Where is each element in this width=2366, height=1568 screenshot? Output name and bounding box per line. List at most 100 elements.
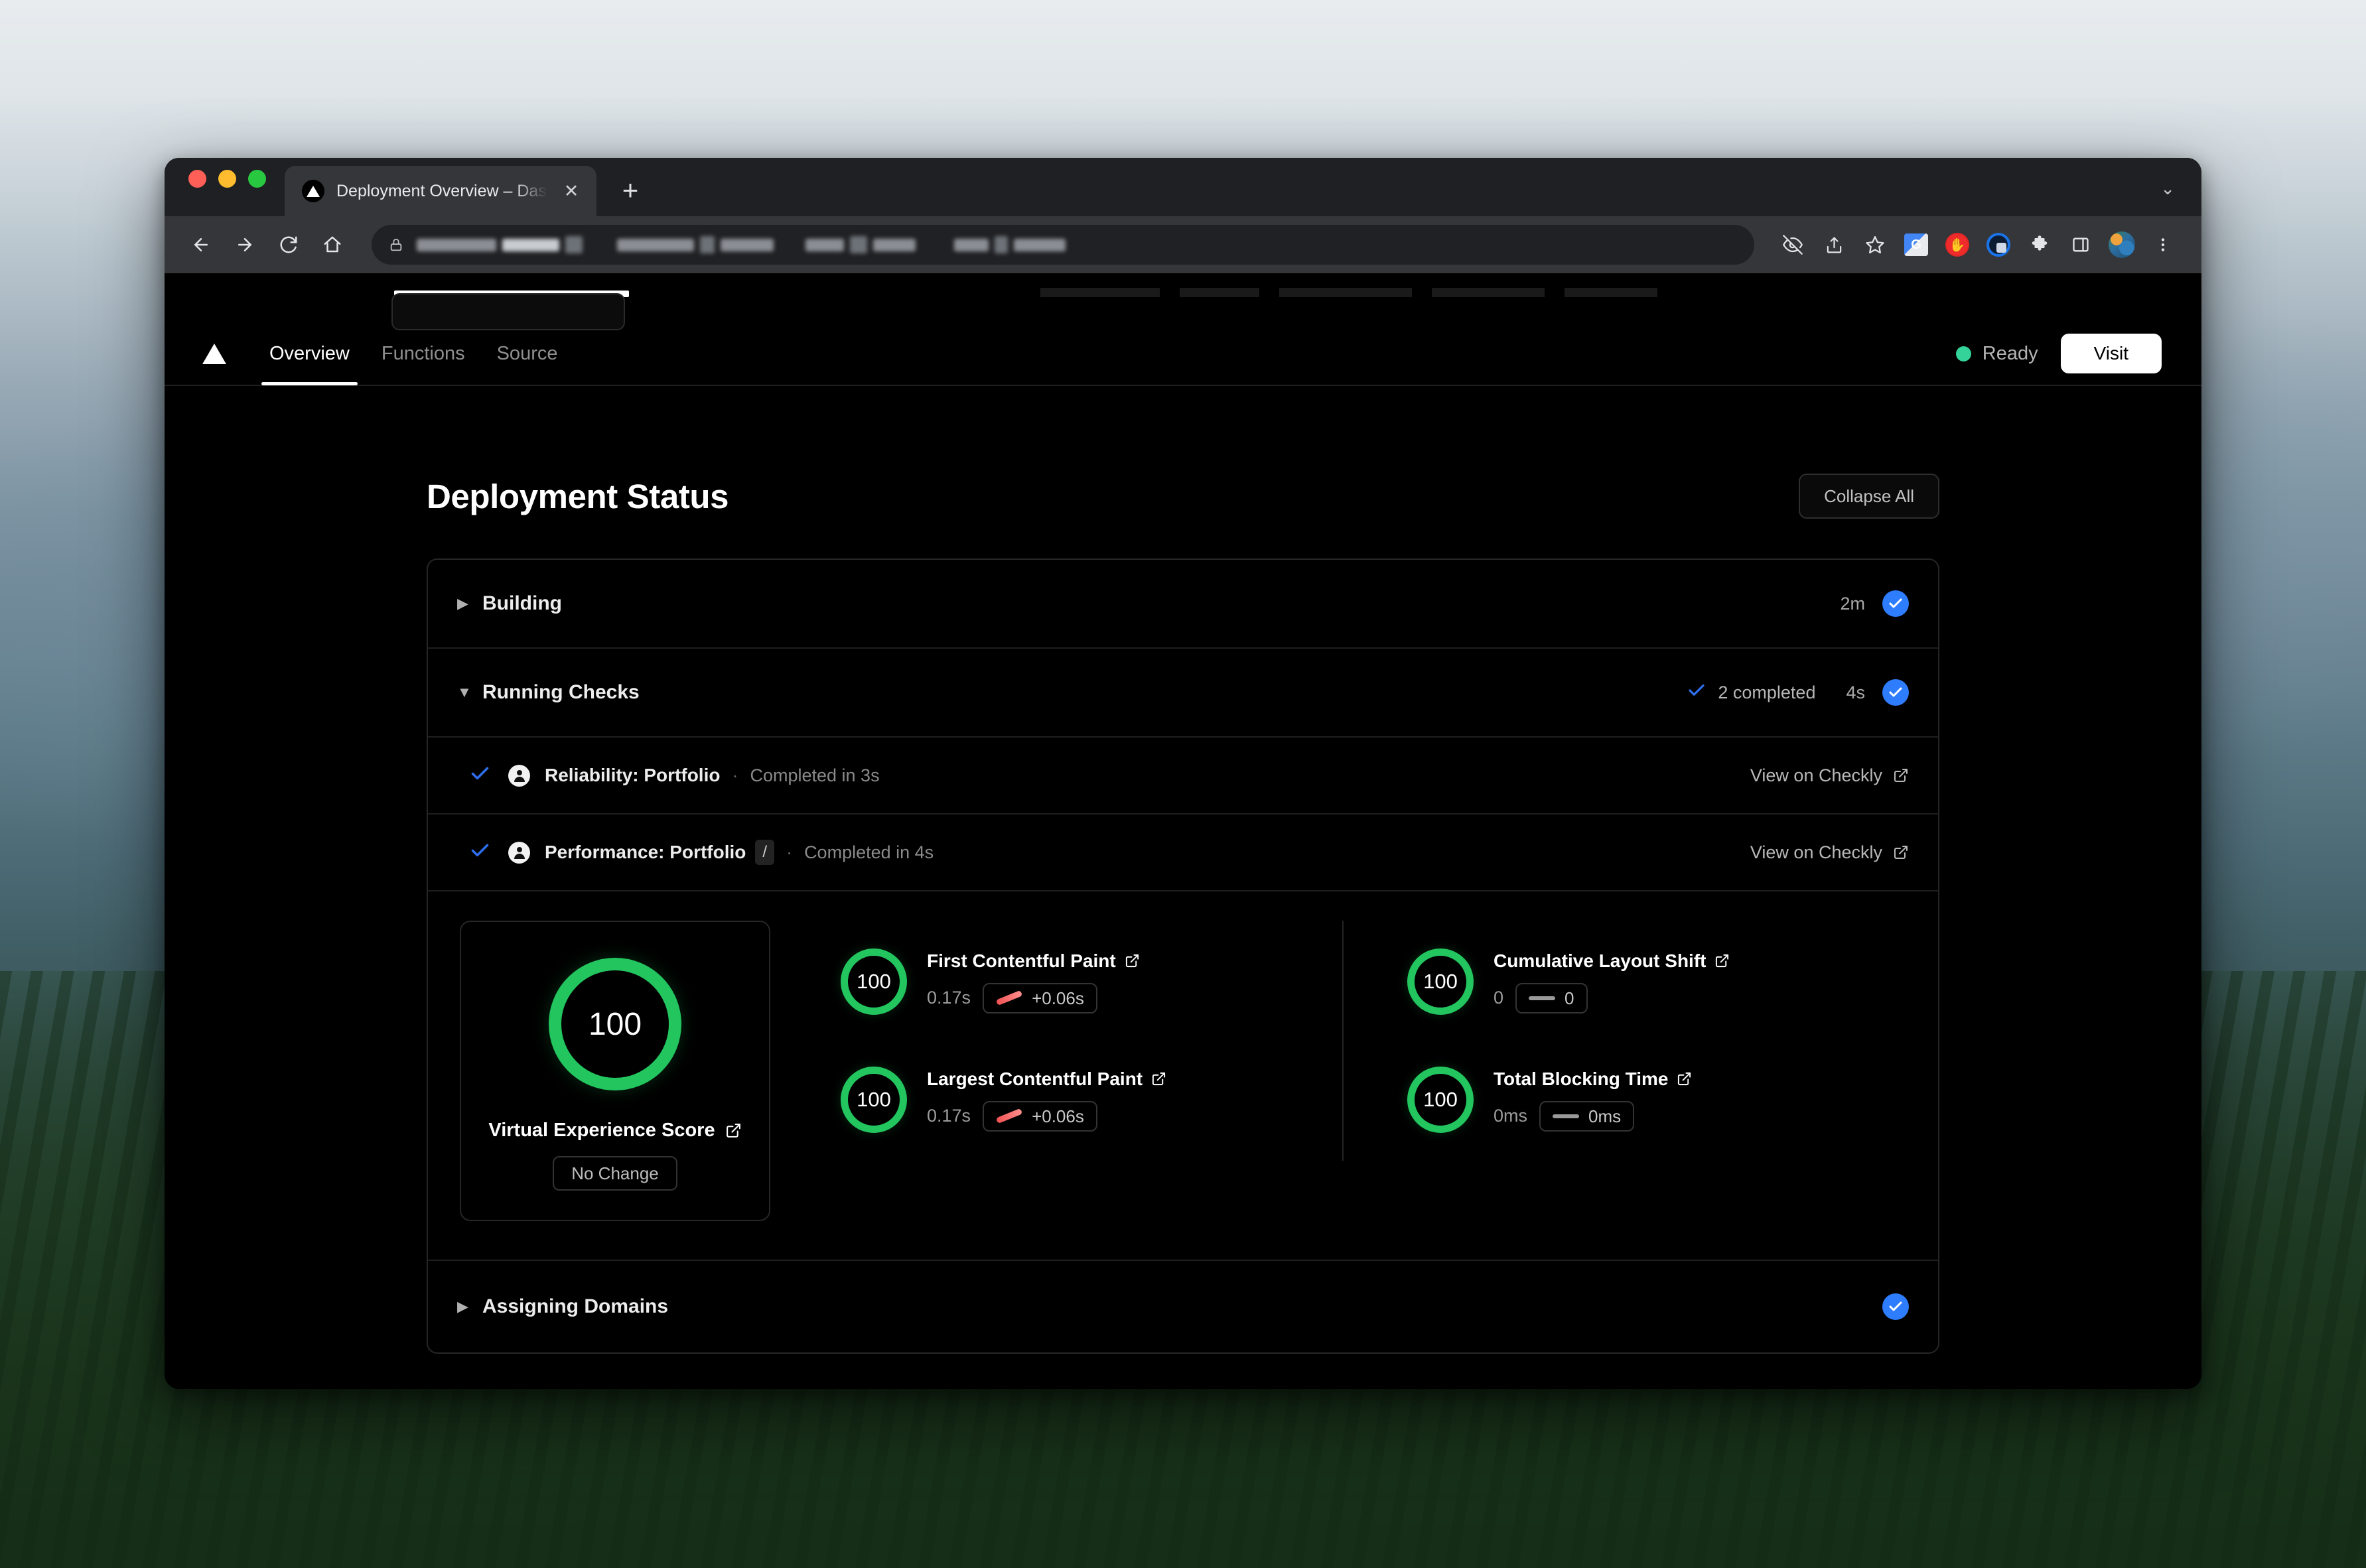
close-window-button[interactable] bbox=[188, 169, 206, 188]
status-row-running-checks[interactable]: ▼ Running Checks 2 completed 4s bbox=[428, 649, 1938, 738]
visit-button[interactable]: Visit bbox=[2060, 334, 2162, 373]
tab-source-label: Source bbox=[496, 342, 558, 364]
share-icon[interactable] bbox=[1815, 226, 1852, 263]
maximize-window-button[interactable] bbox=[248, 169, 266, 188]
check-row-reliability[interactable]: Reliability: Portfolio · Completed in 3s… bbox=[428, 738, 1938, 815]
metric-first-contentful-paint: 100 First Contentful Paint 0.17s +0.06s bbox=[841, 948, 1342, 1015]
metric-largest-contentful-paint: 100 Largest Contentful Paint 0.17s +0.06… bbox=[841, 1067, 1342, 1133]
lcp-score-value: 100 bbox=[857, 1088, 891, 1111]
tab-functions[interactable]: Functions bbox=[366, 322, 481, 385]
browser-tab-strip: Deployment Overview – Dashb ✕ + ⌄ bbox=[165, 158, 2201, 216]
lock-icon bbox=[389, 237, 403, 253]
new-tab-button[interactable]: + bbox=[611, 171, 650, 210]
address-bar[interactable] bbox=[372, 225, 1754, 265]
home-icon[interactable] bbox=[313, 226, 352, 264]
metrics-column-right: 100 Cumulative Layout Shift 0 0 100 Tota… bbox=[1342, 921, 1909, 1161]
external-link-icon bbox=[725, 1122, 742, 1139]
vercel-triangle-logo-icon[interactable] bbox=[202, 343, 227, 365]
check-path-badge: / bbox=[755, 840, 775, 865]
external-link-icon bbox=[1151, 1071, 1166, 1086]
chevron-down-icon[interactable]: ⌄ bbox=[2160, 178, 2201, 216]
view-on-checkly-link-performance[interactable]: View on Checkly bbox=[1750, 842, 1909, 863]
triangle-logo-icon bbox=[302, 180, 324, 202]
lcp-delta-value: +0.06s bbox=[1032, 1106, 1084, 1126]
check-icon bbox=[469, 763, 491, 788]
cls-delta-value: 0 bbox=[1565, 988, 1574, 1008]
browser-tab-title: Deployment Overview – Dashb bbox=[336, 181, 547, 200]
view-on-checkly-label: View on Checkly bbox=[1750, 765, 1882, 785]
three-dot-menu-icon[interactable] bbox=[2144, 226, 2182, 263]
chevron-down-icon[interactable]: ▼ bbox=[457, 685, 480, 700]
profile-avatar[interactable] bbox=[2103, 226, 2140, 263]
content-container: Deployment Status Collapse All ▶ Buildin… bbox=[380, 386, 1986, 1354]
minimize-window-button[interactable] bbox=[218, 169, 236, 188]
view-on-checkly-link-reliability[interactable]: View on Checkly bbox=[1750, 765, 1909, 786]
tbt-delta-badge: 0ms bbox=[1539, 1100, 1635, 1132]
status-row-building[interactable]: ▶ Building 2m bbox=[428, 560, 1938, 649]
lcp-values: 0.17s +0.06s bbox=[927, 1100, 1166, 1132]
page-title: Deployment Status bbox=[427, 477, 729, 515]
cls-score-value: 100 bbox=[1423, 970, 1458, 993]
ves-label-row[interactable]: Virtual Experience Score bbox=[488, 1120, 741, 1142]
back-arrow-icon[interactable] bbox=[182, 226, 220, 264]
metric-cumulative-layout-shift: 100 Cumulative Layout Shift 0 0 bbox=[1407, 948, 1909, 1015]
chevron-right-icon[interactable]: ▶ bbox=[457, 596, 480, 611]
google-translate-extension-icon[interactable]: G bbox=[1898, 226, 1935, 263]
chevron-right-icon[interactable]: ▶ bbox=[457, 1299, 480, 1314]
browser-toolbar-icons: G ✋ bbox=[1774, 226, 2182, 263]
ves-score-ring: 100 bbox=[549, 958, 681, 1090]
separator: · bbox=[732, 765, 738, 785]
above-fold-text bbox=[1040, 288, 1657, 297]
performance-metrics-panel: 100 Virtual Experience Score No Change 1… bbox=[428, 891, 1938, 1261]
cls-score-ring: 100 bbox=[1407, 948, 1474, 1015]
fcp-delta-badge: +0.06s bbox=[983, 982, 1097, 1013]
check-circle-icon bbox=[1882, 590, 1909, 617]
status-row-assigning-domains[interactable]: ▶ Assigning Domains bbox=[428, 1261, 1938, 1352]
lcp-title-row[interactable]: Largest Contentful Paint bbox=[927, 1069, 1166, 1090]
check-row-performance[interactable]: Performance: Portfolio / · Completed in … bbox=[428, 815, 1938, 891]
checks-completed-label: 2 completed bbox=[1718, 682, 1816, 702]
bookmark-star-icon[interactable] bbox=[1856, 226, 1894, 263]
cls-delta-badge: 0 bbox=[1515, 982, 1588, 1013]
cls-values: 0 0 bbox=[1494, 982, 1730, 1013]
status-row-running-checks-label: Running Checks bbox=[482, 681, 640, 703]
app-nav-spacer bbox=[573, 322, 1955, 385]
fcp-body: First Contentful Paint 0.17s +0.06s bbox=[927, 950, 1140, 1013]
checks-completed-badge: 2 completed bbox=[1687, 681, 1815, 704]
external-link-icon bbox=[1125, 953, 1140, 968]
check-icon bbox=[469, 840, 491, 865]
lcp-body: Largest Contentful Paint 0.17s +0.06s bbox=[927, 1069, 1166, 1132]
close-icon[interactable]: ✕ bbox=[559, 179, 583, 203]
cls-title-row[interactable]: Cumulative Layout Shift bbox=[1494, 950, 1730, 972]
tbt-value: 0ms bbox=[1494, 1106, 1528, 1126]
fcp-title-row[interactable]: First Contentful Paint bbox=[927, 950, 1140, 972]
eye-off-icon[interactable] bbox=[1774, 226, 1811, 263]
tbt-title: Total Blocking Time bbox=[1494, 1068, 1669, 1089]
status-dot-icon bbox=[1955, 346, 1971, 361]
fcp-score-ring: 100 bbox=[841, 948, 907, 1015]
tab-source[interactable]: Source bbox=[481, 322, 574, 385]
adblock-extension-icon[interactable]: ✋ bbox=[1939, 226, 1976, 263]
collapse-all-button[interactable]: Collapse All bbox=[1799, 474, 1939, 519]
tbt-score-ring: 100 bbox=[1407, 1067, 1474, 1133]
forward-arrow-icon[interactable] bbox=[226, 226, 264, 264]
tbt-delta-value: 0ms bbox=[1588, 1106, 1622, 1126]
tab-overview[interactable]: Overview bbox=[253, 322, 366, 385]
tbt-values: 0ms 0ms bbox=[1494, 1100, 1692, 1132]
building-duration: 2m bbox=[1840, 593, 1865, 614]
extensions-puzzle-icon[interactable] bbox=[2021, 226, 2058, 263]
fcp-delta-value: +0.06s bbox=[1032, 988, 1084, 1008]
reload-icon[interactable] bbox=[269, 226, 308, 264]
virtual-experience-score-card: 100 Virtual Experience Score No Change bbox=[460, 921, 770, 1221]
side-panel-icon[interactable] bbox=[2062, 226, 2099, 263]
tbt-title-row[interactable]: Total Blocking Time bbox=[1494, 1069, 1692, 1090]
ves-label: Virtual Experience Score bbox=[488, 1120, 715, 1141]
privacy-badger-extension-icon[interactable] bbox=[1980, 226, 2017, 263]
app-navigation-bar: Overview Functions Source Ready Visit bbox=[165, 322, 2201, 386]
check-meta-reliability: Completed in 3s bbox=[750, 765, 880, 785]
browser-tab[interactable]: Deployment Overview – Dashb ✕ bbox=[285, 166, 596, 216]
check-name-reliability: Reliability: Portfolio bbox=[545, 765, 721, 785]
scrolled-content-above bbox=[165, 273, 2201, 330]
app-nav-right: Ready Visit bbox=[1955, 322, 2162, 385]
check-meta-performance: Completed in 4s bbox=[804, 842, 934, 862]
